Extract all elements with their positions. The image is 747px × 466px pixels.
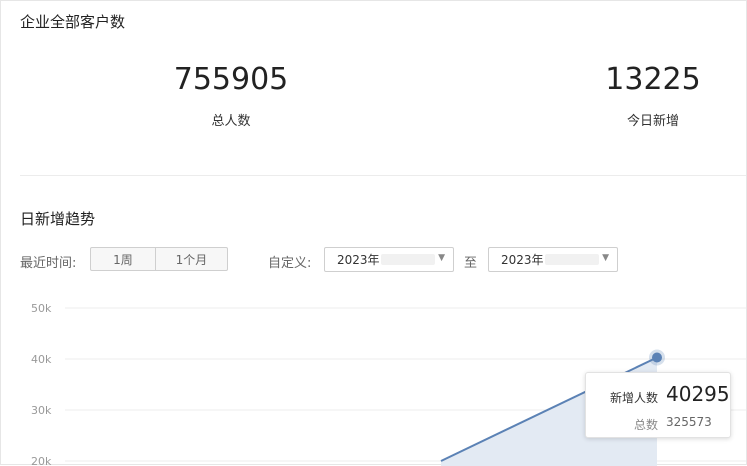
y-tick-label: 50k xyxy=(31,302,52,315)
chevron-down-icon: ▼ xyxy=(438,253,445,263)
y-tick-label: 20k xyxy=(31,455,52,466)
chart-tooltip: 新增人数 40295 总数 325573 xyxy=(585,372,731,438)
custom-range-label: 自定义: xyxy=(268,256,312,271)
section-divider xyxy=(20,175,746,176)
today-new-label: 今日新增 xyxy=(626,114,679,129)
end-date-select[interactable]: 2023年 ▼ xyxy=(488,247,618,272)
end-date-redacted xyxy=(545,254,599,265)
range-week-button[interactable]: 1周 xyxy=(90,247,156,271)
customer-total-title: 企业全部客户数 xyxy=(20,13,126,31)
highlight-point[interactable] xyxy=(652,352,662,363)
chevron-down-icon: ▼ xyxy=(602,253,609,263)
total-count-value: 755905 xyxy=(173,62,289,97)
dashboard-panel: 企业全部客户数 755905 总人数 13225 今日新增 日新增趋势 最近时间… xyxy=(0,0,747,466)
range-month-button[interactable]: 1个月 xyxy=(155,247,228,271)
start-date-value: 2023年 xyxy=(337,253,380,267)
start-date-redacted xyxy=(381,254,435,265)
y-tick-label: 30k xyxy=(31,404,52,417)
total-count-label: 总人数 xyxy=(211,114,251,129)
tooltip-total-value: 325573 xyxy=(666,415,712,429)
daily-trend-title: 日新增趋势 xyxy=(20,210,96,228)
tooltip-total-label: 总数 xyxy=(634,418,659,432)
start-date-select[interactable]: 2023年 ▼ xyxy=(324,247,454,272)
tooltip-new-value: 40295 xyxy=(666,382,730,406)
y-tick-label: 40k xyxy=(31,353,52,366)
end-date-value: 2023年 xyxy=(501,253,544,267)
tooltip-new-label: 新增人数 xyxy=(610,391,659,405)
to-label: 至 xyxy=(464,256,478,271)
today-new-value: 13225 xyxy=(605,62,701,97)
recent-time-label: 最近时间: xyxy=(20,256,77,271)
